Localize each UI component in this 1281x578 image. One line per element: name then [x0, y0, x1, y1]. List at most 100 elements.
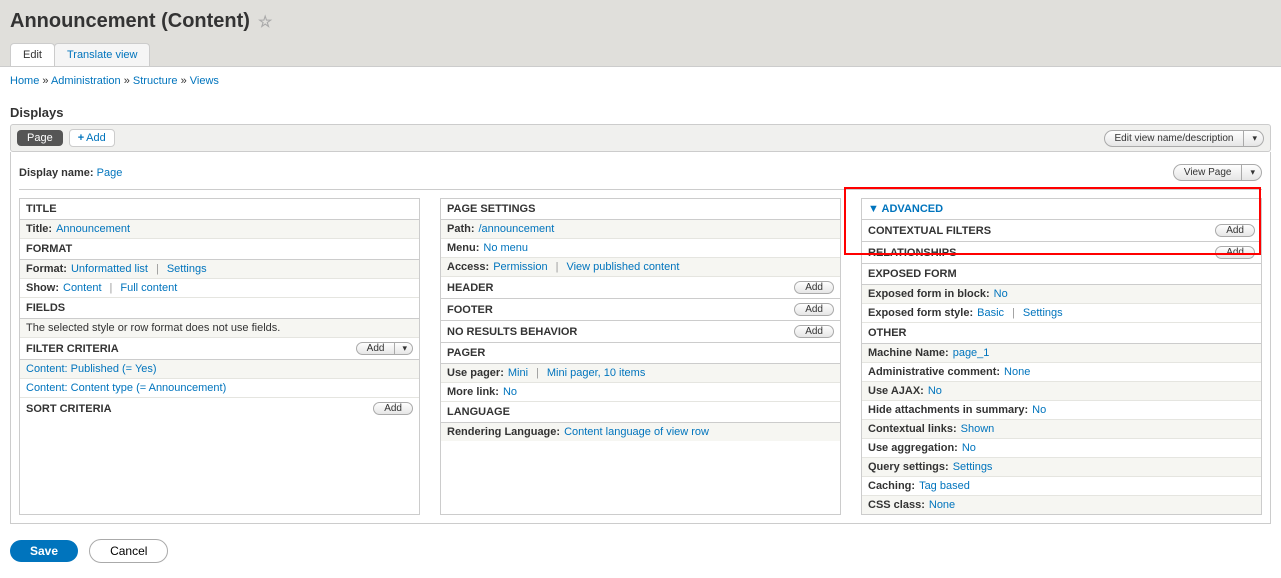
cancel-button[interactable]: Cancel — [89, 539, 168, 563]
contextual-header-text: CONTEXTUAL FILTERS — [868, 225, 991, 237]
css-value[interactable]: None — [929, 499, 955, 511]
edit-view-name-label[interactable]: Edit view name/description — [1104, 130, 1245, 147]
breadcrumb: Home » Administration » Structure » View… — [0, 67, 1281, 95]
aggregation-value[interactable]: No — [962, 442, 976, 454]
hide-row: Hide attachments in summary: No — [862, 401, 1261, 420]
access-detail[interactable]: View published content — [566, 261, 679, 273]
exposed-style-value[interactable]: Basic — [977, 307, 1004, 319]
ajax-label: Use AJAX: — [868, 385, 924, 397]
pager-header: PAGER — [441, 343, 840, 364]
tab-translate[interactable]: Translate view — [54, 43, 151, 66]
rendering-label: Rendering Language: — [447, 426, 560, 438]
display-name-row: Display name: Page View Page — [19, 160, 1262, 190]
show-value[interactable]: Content — [63, 282, 102, 294]
format-settings[interactable]: Settings — [167, 263, 207, 275]
access-label: Access: — [447, 261, 489, 273]
more-link-value[interactable]: No — [503, 386, 517, 398]
use-pager-value[interactable]: Mini — [508, 367, 528, 379]
query-row: Query settings: Settings — [862, 458, 1261, 477]
display-tab-page[interactable]: Page — [17, 130, 63, 146]
format-value[interactable]: Unformatted list — [71, 263, 148, 275]
rendering-value[interactable]: Content language of view row — [564, 426, 709, 438]
primary-tabs: Edit Translate view — [10, 43, 1271, 66]
ajax-value[interactable]: No — [928, 385, 942, 397]
aggregation-label: Use aggregation: — [868, 442, 958, 454]
advanced-header: ▼ ADVANCED — [862, 199, 1261, 220]
more-link-label: More link: — [447, 386, 499, 398]
use-pager-row: Use pager: Mini | Mini pager, 10 items — [441, 364, 840, 383]
menu-value[interactable]: No menu — [483, 242, 528, 254]
show-label: Show: — [26, 282, 59, 294]
rendering-row: Rendering Language: Content language of … — [441, 423, 840, 441]
view-page-button[interactable]: View Page — [1173, 164, 1262, 181]
caching-value[interactable]: Tag based — [919, 480, 970, 492]
format-header: FORMAT — [20, 239, 419, 260]
filter-content-type[interactable]: Content: Content type (= Announcement) — [26, 382, 226, 394]
exposed-style-settings[interactable]: Settings — [1023, 307, 1063, 319]
breadcrumb-structure[interactable]: Structure — [133, 75, 178, 87]
edit-view-name-button[interactable]: Edit view name/description — [1104, 130, 1264, 147]
advanced-toggle[interactable]: ▼ ADVANCED — [868, 203, 943, 215]
view-page-dropdown[interactable] — [1242, 164, 1262, 181]
add-noresults-button[interactable]: Add — [794, 325, 834, 338]
save-button[interactable]: Save — [10, 540, 78, 562]
breadcrumb-admin[interactable]: Administration — [51, 75, 121, 87]
filter-header: FILTER CRITERIA Add — [20, 338, 419, 360]
star-icon[interactable]: ☆ — [258, 12, 272, 32]
advanced-label: ADVANCED — [882, 203, 944, 215]
add-display-button[interactable]: +Add — [69, 129, 115, 147]
add-filter-dropdown[interactable] — [395, 342, 413, 355]
noresults-header: NO RESULTS BEHAVIOR Add — [441, 321, 840, 343]
admin-comment-value[interactable]: None — [1004, 366, 1030, 378]
column-advanced: ▼ ADVANCED CONTEXTUAL FILTERS Add RELATI… — [861, 198, 1262, 515]
ajax-row: Use AJAX: No — [862, 382, 1261, 401]
edit-view-name-dropdown[interactable] — [1244, 130, 1264, 147]
title-value[interactable]: Announcement — [56, 223, 130, 235]
add-footer-button[interactable]: Add — [794, 303, 834, 316]
displays-bar: Page +Add Edit view name/description — [10, 124, 1271, 152]
relationships-header-text: RELATIONSHIPS — [868, 247, 956, 259]
format-row: Format: Unformatted list | Settings — [20, 260, 419, 279]
page-title-text: Announcement (Content) — [10, 10, 250, 33]
css-label: CSS class: — [868, 499, 925, 511]
add-sort-button[interactable]: Add — [373, 402, 413, 415]
access-value[interactable]: Permission — [493, 261, 547, 273]
title-row: Title: Announcement — [20, 220, 419, 239]
add-filter-button[interactable]: Add — [356, 342, 396, 355]
add-contextual-button[interactable]: Add — [1215, 224, 1255, 237]
contextual-links-value[interactable]: Shown — [961, 423, 995, 435]
filter-row-2: Content: Content type (= Announcement) — [20, 379, 419, 398]
filter-published[interactable]: Content: Published (= Yes) — [26, 363, 157, 375]
machine-row: Machine Name: page_1 — [862, 344, 1261, 363]
caching-row: Caching: Tag based — [862, 477, 1261, 496]
exposed-block-value[interactable]: No — [994, 288, 1008, 300]
add-relationship-button[interactable]: Add — [1215, 246, 1255, 259]
exposed-style-label: Exposed form style: — [868, 307, 973, 319]
breadcrumb-views[interactable]: Views — [190, 75, 219, 87]
display-name-value[interactable]: Page — [97, 167, 123, 179]
add-display-label: Add — [86, 132, 106, 144]
pager-detail[interactable]: Mini pager, 10 items — [547, 367, 645, 379]
hide-value[interactable]: No — [1032, 404, 1046, 416]
breadcrumb-home[interactable]: Home — [10, 75, 39, 87]
add-header-button[interactable]: Add — [794, 281, 834, 294]
query-value[interactable]: Settings — [953, 461, 993, 473]
admin-comment-row: Administrative comment: None — [862, 363, 1261, 382]
show-row: Show: Content | Full content — [20, 279, 419, 298]
footer-header: FOOTER Add — [441, 299, 840, 321]
tab-edit[interactable]: Edit — [10, 43, 55, 66]
sort-header-text: SORT CRITERIA — [26, 403, 112, 415]
machine-value[interactable]: page_1 — [953, 347, 990, 359]
contextual-header: CONTEXTUAL FILTERS Add — [862, 220, 1261, 242]
aggregation-row: Use aggregation: No — [862, 439, 1261, 458]
format-label: Format: — [26, 263, 67, 275]
path-value[interactable]: /announcement — [479, 223, 555, 235]
css-row: CSS class: None — [862, 496, 1261, 514]
display-panel: Display name: Page View Page TITLE Title… — [10, 152, 1271, 524]
path-label: Path: — [447, 223, 475, 235]
use-pager-label: Use pager: — [447, 367, 504, 379]
display-name-label: Display name: — [19, 167, 94, 179]
view-page-label[interactable]: View Page — [1173, 164, 1243, 181]
show-full-content[interactable]: Full content — [120, 282, 177, 294]
title-label: Title: — [26, 223, 52, 235]
